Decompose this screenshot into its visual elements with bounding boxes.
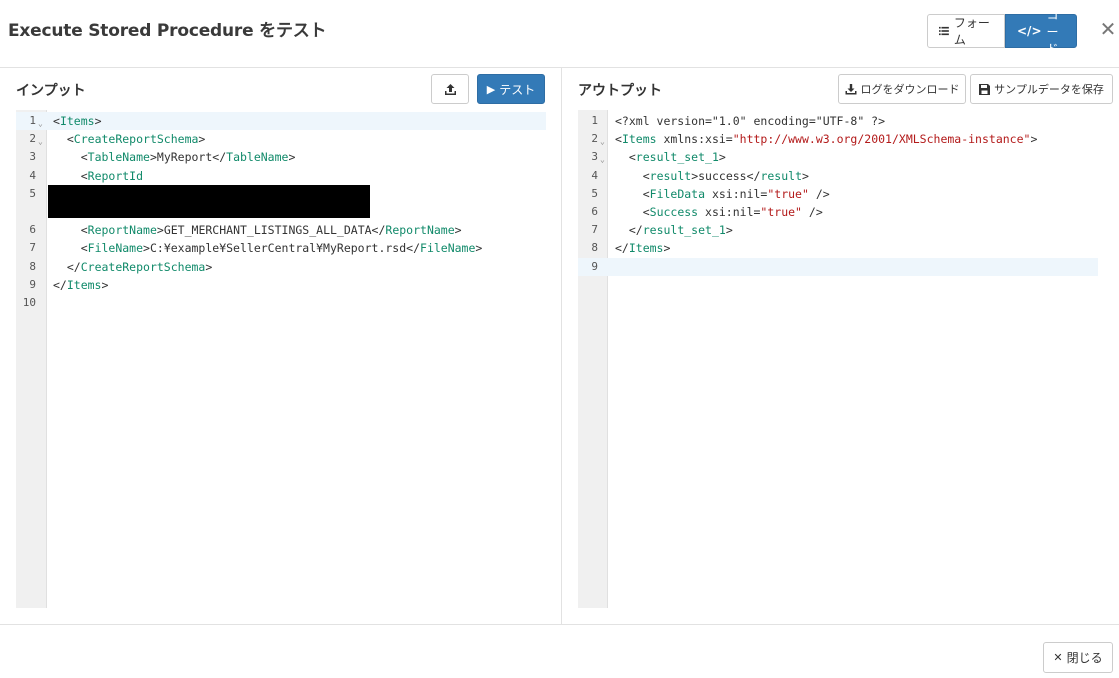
list-icon	[939, 26, 949, 36]
input-editor-lines: 1 ⌄ <Items> 2 ⌄ <CreateReportSchema> 3 <Table…	[16, 112, 546, 312]
download-log-button[interactable]: ログをダウンロード	[838, 74, 966, 104]
code-text: <FileName>C:¥example¥SellerCentral¥MyRep…	[80, 241, 483, 256]
play-icon: ▶	[486, 82, 496, 96]
save-sample-data-label: サンプルデータを保存	[994, 83, 1104, 96]
code-line[interactable]: 9	[578, 257, 1098, 276]
output-panel-title: アウトプット	[578, 83, 662, 99]
code-view-button[interactable]: </> コード	[1005, 8, 1077, 56]
code-text: </Items>	[615, 241, 671, 256]
line-number: 1	[591, 114, 598, 127]
redacted-block	[48, 184, 370, 218]
test-button-label: テスト	[499, 82, 536, 97]
code-line[interactable]: 6 <ReportName>GET_MERCHANT_LISTINGS_ALL_…	[16, 221, 546, 239]
code-line[interactable]: 4 <result>success</result>	[578, 167, 1098, 185]
form-view-label: フォーム	[953, 16, 990, 47]
code-text: <CreateReportSchema>	[66, 132, 206, 147]
line-number: 7	[29, 241, 36, 255]
line-number: 6	[591, 204, 598, 218]
code-line[interactable]: 4 <ReportId	[16, 167, 546, 185]
output-code-editor[interactable]: 1 <?xml version="1.0" encoding="UTF-8" ?>…	[578, 110, 1098, 608]
code-text: <ReportId	[80, 168, 144, 183]
line-number: 3	[591, 150, 598, 164]
close-icon: ✕	[1053, 651, 1063, 664]
upload-icon	[444, 83, 456, 95]
close-icon[interactable]: ✕	[1097, 18, 1119, 40]
code-line[interactable]: 2 ⌄ <Items xmlns:xsi="http://www.w3.org/20…	[578, 130, 1098, 148]
line-number: 2	[29, 132, 36, 146]
output-editor-lines: 1 <?xml version="1.0" encoding="UTF-8" ?>…	[578, 112, 1098, 276]
code-line[interactable]: 5	[16, 184, 546, 221]
code-line[interactable]: 2 ⌄ <CreateReportSchema>	[16, 130, 546, 148]
download-log-label: ログをダウンロード	[860, 83, 960, 96]
dialog-header: Execute Stored Procedure をテスト フォーム </> コ…	[0, 0, 1119, 68]
line-number: 5	[591, 186, 598, 200]
line-number: 4	[29, 168, 36, 182]
upload-button[interactable]	[431, 74, 469, 104]
code-text: </result_set_1>	[628, 223, 733, 238]
code-line[interactable]: 5 <FileData xsi:nil="true" />	[578, 185, 1098, 203]
code-line[interactable]: 3 ⌄ <result_set_1>	[578, 148, 1098, 166]
code-text: </CreateReportSchema>	[66, 259, 213, 274]
line-number: 3	[29, 150, 36, 164]
code-text: <Success xsi:nil="true" />	[642, 204, 823, 219]
line-number: 1	[29, 114, 36, 127]
code-line[interactable]: 8 </CreateReportSchema>	[16, 258, 546, 276]
input-code-editor[interactable]: 1 ⌄ <Items> 2 ⌄ <CreateReportSchema> 3 <Table…	[16, 110, 546, 608]
dialog-footer: ✕ 閉じる	[0, 624, 1119, 678]
download-icon	[845, 84, 856, 95]
code-line[interactable]: 1 <?xml version="1.0" encoding="UTF-8" ?>	[578, 112, 1098, 130]
code-text: <FileData xsi:nil="true" />	[642, 186, 830, 201]
code-line[interactable]: 1 ⌄ <Items>	[16, 112, 546, 131]
dialog-title: Execute Stored Procedure をテスト	[8, 21, 327, 41]
line-number: 5	[29, 186, 36, 200]
close-button-label: 閉じる	[1066, 651, 1103, 665]
code-view-label: コード	[1046, 7, 1059, 56]
line-number: 8	[591, 241, 598, 255]
code-line[interactable]: 7 </result_set_1>	[578, 221, 1098, 239]
save-icon	[979, 83, 991, 95]
code-text: <ReportName>GET_MERCHANT_LISTINGS_ALL_DA…	[80, 223, 462, 238]
view-toggle: フォーム </> コード	[927, 8, 1077, 56]
code-text: <Items xmlns:xsi="http://www.w3.org/2001…	[615, 132, 1038, 147]
code-line[interactable]: 3 <TableName>MyReport</TableName>	[16, 148, 546, 166]
code-line[interactable]: 8 </Items>	[578, 239, 1098, 257]
code-line[interactable]: 7 <FileName>C:¥example¥SellerCentral¥MyR…	[16, 239, 546, 257]
panel-divider	[561, 68, 562, 624]
code-text: </Items>	[53, 277, 109, 292]
code-text: <result_set_1>	[628, 150, 726, 165]
line-number: 7	[591, 223, 598, 237]
code-line[interactable]: 6 <Success xsi:nil="true" />	[578, 203, 1098, 221]
input-panel-title: インプット	[16, 83, 86, 99]
line-number: 4	[591, 168, 598, 182]
code-line[interactable]: 10	[16, 294, 546, 312]
line-number: 2	[591, 132, 598, 146]
save-sample-data-button[interactable]: サンプルデータを保存	[970, 74, 1113, 104]
line-number: 10	[22, 295, 36, 309]
line-number: 6	[29, 223, 36, 237]
line-number: 8	[29, 259, 36, 273]
code-text: <TableName>MyReport</TableName>	[80, 150, 296, 165]
test-button[interactable]: ▶ テスト	[477, 74, 545, 104]
code-icon: </>	[1017, 24, 1042, 38]
code-line[interactable]: 9 </Items>	[16, 276, 546, 294]
line-number: 9	[29, 277, 36, 291]
form-view-button[interactable]: フォーム	[927, 14, 1005, 48]
code-text: <result>success</result>	[642, 168, 809, 183]
code-text: <Items>	[53, 114, 102, 128]
code-text: <?xml version="1.0" encoding="UTF-8" ?>	[615, 114, 886, 128]
close-button[interactable]: ✕ 閉じる	[1043, 642, 1113, 673]
line-number: 9	[591, 259, 598, 273]
